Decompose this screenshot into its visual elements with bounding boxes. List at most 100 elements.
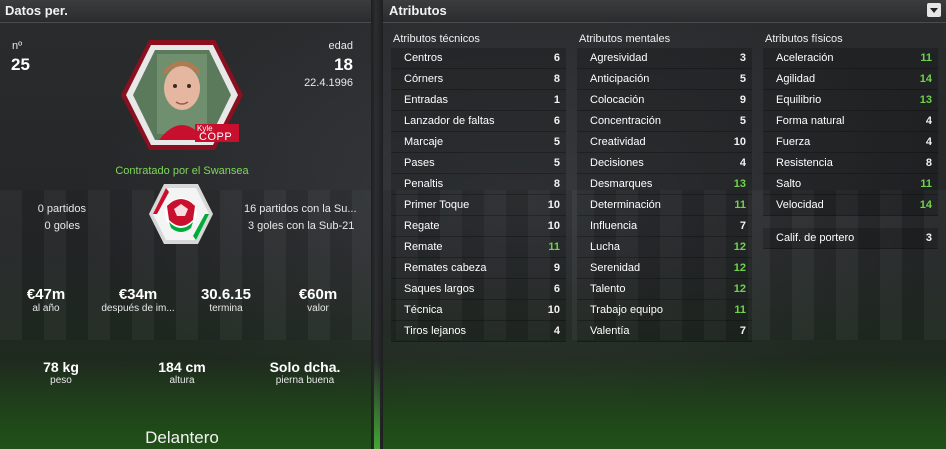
personal-details-header: Datos per.	[0, 0, 371, 23]
attribute-value: 13	[919, 94, 932, 106]
height-block: 184 cm altura	[142, 359, 222, 386]
attribute-value: 14	[919, 73, 932, 85]
attribute-value: 9	[739, 94, 746, 106]
attribute-name: Calif. de portero	[776, 232, 855, 244]
attribute-value: 11	[734, 304, 746, 316]
attribute-row[interactable]: Velocidad 14	[763, 195, 938, 216]
attribute-name: Técnica	[404, 304, 443, 316]
attribute-row[interactable]: Penaltis 8	[391, 174, 566, 195]
attribute-row[interactable]: Decisiones 4	[577, 153, 752, 174]
age-value: 18	[334, 55, 353, 74]
wales-flag-icon[interactable]	[147, 182, 215, 246]
attribute-row[interactable]: Remates cabeza 9	[391, 258, 566, 279]
attribute-row[interactable]: Talento 12	[577, 279, 752, 300]
youth-goals: 3 goles con la Sub-21	[248, 220, 355, 232]
weight-block: 78 kg peso	[26, 359, 96, 386]
attribute-value: 10	[733, 136, 746, 148]
attribute-row[interactable]: Agresividad 3	[577, 48, 752, 69]
attribute-name: Lucha	[590, 241, 620, 253]
attribute-name: Forma natural	[776, 115, 845, 127]
attribute-name: Remates cabeza	[404, 262, 487, 274]
attribute-value: 8	[925, 157, 932, 169]
attribute-row[interactable]: Desmarques 13	[577, 174, 752, 195]
attribute-value: 11	[734, 199, 746, 211]
attribute-name: Decisiones	[590, 157, 644, 169]
attribute-value: 12	[733, 283, 746, 295]
attribute-value: 4	[553, 325, 560, 337]
attribute-value: 5	[553, 136, 560, 148]
attribute-value: 10	[547, 304, 560, 316]
attributes-dropdown-button[interactable]	[927, 3, 941, 17]
attribute-row[interactable]: Serenidad 12	[577, 258, 752, 279]
attribute-value: 9	[553, 262, 560, 274]
attribute-row[interactable]: Entradas 1	[391, 90, 566, 111]
attribute-name: Colocación	[590, 94, 645, 106]
attribute-row[interactable]: Primer Toque 10	[391, 195, 566, 216]
attribute-row[interactable]: Córners 8	[391, 69, 566, 90]
attribute-row[interactable]: Marcaje 5	[391, 132, 566, 153]
attribute-row[interactable]: Salto 11	[763, 174, 938, 195]
wage-block: €47m al año	[11, 286, 81, 314]
player-position: Delantero	[145, 428, 219, 447]
attribute-name: Agilidad	[776, 73, 816, 85]
attribute-name: Entradas	[404, 94, 449, 106]
contract-end-label: termina	[209, 303, 243, 314]
attribute-name: Regate	[404, 220, 440, 232]
photo-caption-last: COPP	[199, 131, 233, 143]
weight-label: peso	[50, 375, 72, 386]
attribute-row[interactable]: Fuerza 4	[763, 132, 938, 153]
attribute-row[interactable]: Equilibrio 13	[763, 90, 938, 111]
goalkeeper-rating-row[interactable]: Calif. de portero 3	[763, 228, 938, 249]
height-value: 184 cm	[158, 359, 206, 375]
attribute-row[interactable]: Colocación 9	[577, 90, 752, 111]
attribute-row[interactable]: Regate 10	[391, 216, 566, 237]
attribute-value: 13	[733, 178, 746, 190]
attribute-name: Creatividad	[590, 136, 646, 148]
attribute-name: Velocidad	[776, 199, 824, 211]
attribute-value: 5	[739, 73, 746, 85]
attribute-value: 10	[547, 220, 560, 232]
attribute-name: Tiros lejanos	[404, 325, 466, 337]
panel-divider[interactable]	[371, 0, 383, 449]
attribute-row[interactable]: Agilidad 14	[763, 69, 938, 90]
attribute-value: 4	[925, 115, 932, 127]
attribute-value: 7	[739, 325, 746, 337]
foot-label: pierna buena	[275, 375, 335, 386]
age-label: edad	[328, 40, 353, 52]
attribute-row[interactable]: Saques largos 6	[391, 279, 566, 300]
attribute-row[interactable]: Valentía 7	[577, 321, 752, 342]
attribute-row[interactable]: Lucha 12	[577, 237, 752, 258]
attribute-row[interactable]: Tiros lejanos 4	[391, 321, 566, 342]
attribute-row[interactable]: Determinación 11	[577, 195, 752, 216]
attribute-name: Salto	[776, 178, 802, 190]
attribute-row[interactable]: Forma natural 4	[763, 111, 938, 132]
attribute-row[interactable]: Pases 5	[391, 153, 566, 174]
attribute-row[interactable]: Creatividad 10	[577, 132, 752, 153]
market-value: €60m	[298, 286, 338, 303]
attribute-name: Marcaje	[404, 136, 444, 148]
attribute-name: Penaltis	[404, 178, 444, 190]
attribute-row[interactable]: Anticipación 5	[577, 69, 752, 90]
attribute-row[interactable]: Trabajo equipo 11	[577, 300, 752, 321]
attribute-value: 7	[739, 220, 746, 232]
attribute-row[interactable]: Influencia 7	[577, 216, 752, 237]
youth-matches: 16 partidos con la Su...	[244, 203, 357, 215]
attribute-row[interactable]: Remate 11	[391, 237, 566, 258]
attribute-row[interactable]: Centros 6	[391, 48, 566, 69]
attribute-value: 5	[739, 115, 746, 127]
attribute-row[interactable]: Aceleración 11	[763, 48, 938, 69]
physical-title: Atributos físicos	[765, 33, 843, 45]
attribute-row[interactable]: Técnica 10	[391, 300, 566, 321]
attribute-value: 4	[925, 136, 932, 148]
attribute-name: Córners	[404, 73, 444, 85]
height-label: altura	[169, 375, 195, 386]
attribute-value: 1	[553, 94, 560, 106]
attribute-name: Pases	[404, 157, 435, 169]
contract-end-value: 30.6.15	[200, 286, 252, 303]
attribute-row[interactable]: Resistencia 8	[763, 153, 938, 174]
attribute-row[interactable]: Concentración 5	[577, 111, 752, 132]
attribute-value: 12	[733, 241, 746, 253]
attribute-name: Talento	[590, 283, 626, 295]
net-wage-block: €34m después de im...	[93, 286, 183, 314]
attribute-row[interactable]: Lanzador de faltas 6	[391, 111, 566, 132]
